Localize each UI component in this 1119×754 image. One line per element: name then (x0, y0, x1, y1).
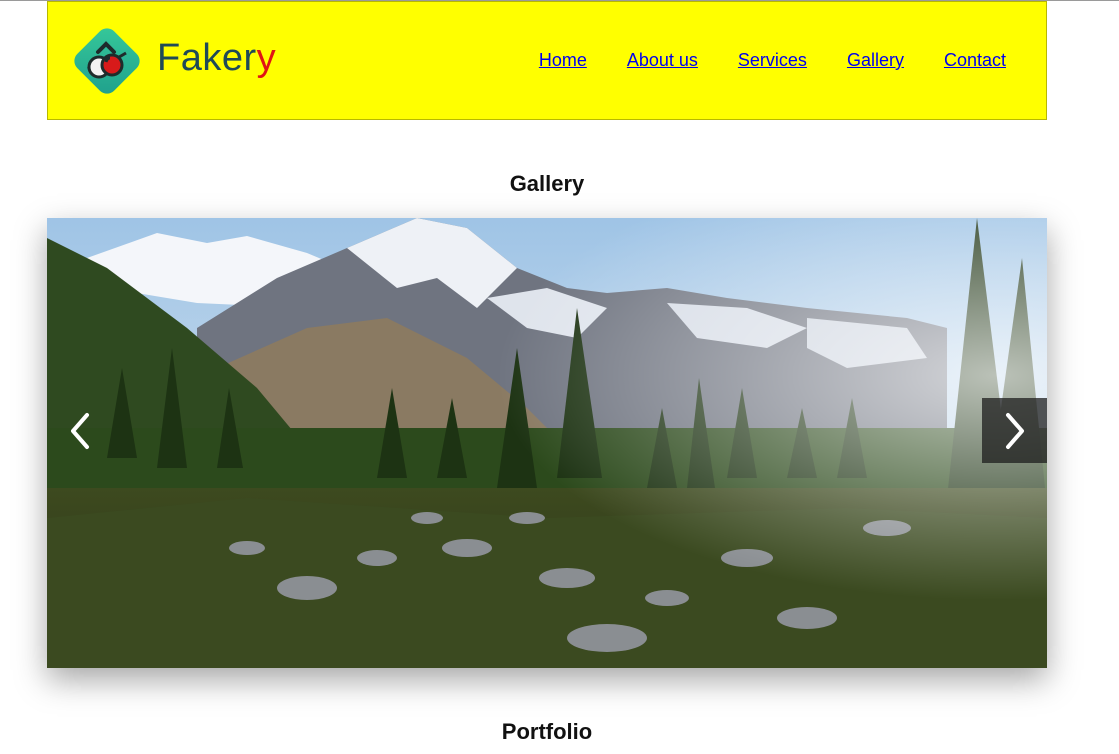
site-logo[interactable]: Fakery (68, 22, 288, 100)
glasses-logo-icon (74, 28, 140, 94)
slider-next-button[interactable] (982, 398, 1047, 463)
nav-link-contact[interactable]: Contact (944, 50, 1006, 71)
chevron-left-icon (70, 412, 89, 449)
portfolio-heading: Portfolio (501, 719, 593, 744)
nav-link-services[interactable]: Services (738, 50, 807, 71)
nav-link-about-us[interactable]: About us (627, 50, 698, 71)
logo-text-main: Faker (157, 37, 257, 79)
logo-text-accent: y (256, 37, 277, 79)
main-nav: Home About us Services Gallery Contact (539, 50, 1006, 71)
slider-prev-button[interactable] (47, 398, 112, 463)
logo-text: Fakery (157, 37, 276, 80)
site-header: Fakery Home About us Services Gallery Co… (47, 1, 1047, 120)
gallery-slider (47, 218, 1047, 668)
gallery-heading: Gallery (509, 171, 585, 196)
mountain-landscape-image (47, 218, 1047, 668)
nav-link-gallery[interactable]: Gallery (847, 50, 904, 71)
nav-link-home[interactable]: Home (539, 50, 587, 71)
chevron-right-icon (1005, 412, 1024, 449)
